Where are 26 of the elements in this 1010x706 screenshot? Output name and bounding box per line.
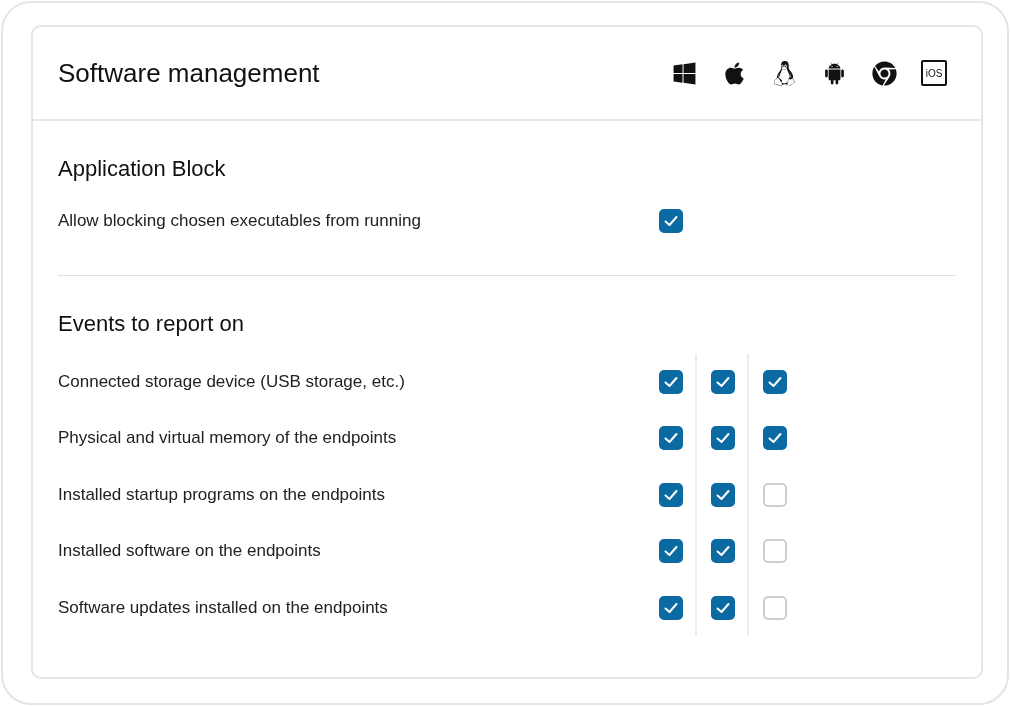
checkbox[interactable] [711, 369, 735, 394]
checkbox[interactable] [659, 426, 683, 451]
checkbox[interactable] [659, 482, 683, 507]
section-title: Events to report on [58, 309, 245, 338]
setting-label: Installed startup programs on the endpoints [58, 484, 386, 505]
checkbox[interactable] [659, 369, 683, 394]
setting-label: Physical and virtual memory of the endpoints [58, 428, 398, 449]
penguin-icon [771, 60, 797, 86]
setting-label: Installed software on the endpoints [58, 541, 322, 562]
card-title: Software management [58, 57, 320, 89]
checkbox[interactable] [711, 482, 735, 507]
setting-label: Allow blocking chosen executables from running [58, 211, 422, 232]
chrome-icon [871, 60, 897, 86]
checkbox[interactable] [763, 426, 787, 451]
checkbox[interactable] [659, 209, 683, 234]
checkbox[interactable] [763, 369, 787, 394]
checkbox[interactable] [659, 595, 683, 620]
setting-label: Software updates installed on the endpoints [58, 597, 389, 618]
checkbox[interactable] [659, 539, 683, 564]
checkbox[interactable] [711, 426, 735, 451]
checkbox[interactable] [711, 595, 735, 620]
ios-badge: iOS [921, 60, 947, 86]
checkbox[interactable] [711, 539, 735, 564]
windows-icon [671, 60, 697, 86]
setting-label: Connected storage device (USB storage, etc.) [58, 371, 406, 392]
section-title: Application Block [58, 155, 227, 183]
